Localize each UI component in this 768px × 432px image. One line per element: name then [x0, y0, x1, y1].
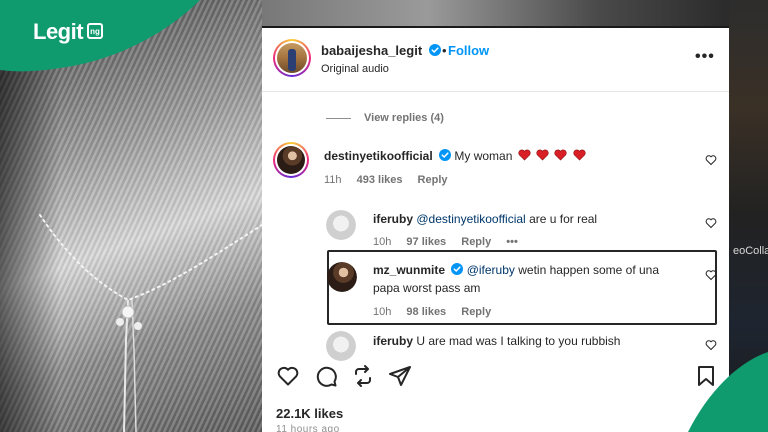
comment-text: My woman [454, 149, 513, 163]
comment-icon[interactable] [314, 364, 338, 388]
reply-body: iferuby U are mad was I talking to you r… [373, 334, 620, 348]
reply-username[interactable]: iferuby [373, 212, 413, 226]
like-reply-heart-icon[interactable] [705, 269, 717, 281]
reply-time: 10h [373, 306, 392, 318]
reply-button[interactable]: Reply [418, 174, 448, 186]
reply-body: iferuby @destinyetikoofficial are u for … [373, 212, 597, 226]
like-comment-heart-icon[interactable] [705, 154, 717, 166]
post-likes-count[interactable]: 22.1K likes [276, 406, 343, 421]
replies-divider-line [326, 118, 351, 119]
comment-username[interactable]: destinyetikoofficial [324, 149, 433, 163]
verified-badge-icon [428, 44, 441, 56]
like-reply-heart-icon[interactable] [705, 339, 717, 351]
comment-meta: 11h 493 likes Reply [324, 174, 460, 186]
instagram-post-panel: babaijesha_legit • Follow Original audio… [262, 28, 729, 432]
comment-likes[interactable]: 493 likes [357, 174, 403, 186]
post-author-avatar[interactable] [273, 39, 311, 77]
original-audio-link[interactable]: Original audio [321, 63, 389, 75]
verified-badge-icon [439, 149, 452, 161]
reply-likes[interactable]: 97 likes [406, 236, 446, 248]
reply-text-line2: papa worst pass am [373, 281, 481, 295]
post-author-username-text: babaijesha_legit [321, 43, 423, 58]
more-options-icon[interactable]: ••• [695, 48, 715, 66]
reply-username[interactable]: iferuby [373, 334, 413, 348]
red-heart-emoji-icon [573, 149, 586, 161]
reply-username[interactable]: mz_wunmite [373, 263, 445, 277]
repost-icon[interactable] [351, 364, 375, 388]
post-author-username[interactable]: babaijesha_legit [321, 43, 441, 58]
post-action-bar [262, 358, 729, 394]
comment-body: destinyetikoofficial My woman [324, 149, 586, 163]
share-icon[interactable] [388, 364, 412, 388]
reply-time: 10h [373, 236, 392, 248]
reply-author-avatar[interactable] [326, 331, 356, 361]
logo-ng-badge: ng [87, 23, 103, 39]
legit-logo: Legit ng [0, 0, 220, 80]
reply-mention[interactable]: @iferuby [467, 263, 515, 277]
corner-brand-shape [688, 352, 768, 432]
reply-body: mz_wunmite @iferuby wetin happen some of… [373, 263, 659, 277]
reply-button[interactable]: Reply [461, 306, 491, 318]
comment-time: 11h [324, 174, 342, 186]
logo-text: Legit [33, 19, 84, 44]
view-replies-label: View replies (4) [364, 112, 444, 124]
verified-badge-icon [451, 263, 464, 275]
reply-button[interactable]: Reply [461, 236, 491, 248]
reply-author-avatar[interactable] [326, 210, 356, 240]
reply-likes[interactable]: 98 likes [406, 306, 446, 318]
background-snippet-text: eoColla [733, 245, 768, 257]
red-heart-emoji-icon [536, 149, 549, 161]
background-photo-top [200, 0, 768, 26]
follow-separator: • [442, 43, 447, 58]
reply-meta: 10h 97 likes Reply ••• [373, 236, 530, 248]
heart-icon[interactable] [276, 364, 300, 388]
post-header: babaijesha_legit • Follow Original audio… [262, 28, 729, 92]
reply-text: wetin happen some of una [518, 263, 660, 277]
commenter-avatar[interactable] [273, 142, 309, 178]
red-heart-emoji-icon [554, 149, 568, 161]
red-heart-emoji-icon [518, 149, 531, 161]
reply-author-avatar[interactable] [327, 262, 357, 292]
reply-more-icon[interactable]: ••• [506, 236, 518, 248]
follow-button[interactable]: Follow [448, 43, 489, 58]
post-timestamp: 11 hours ago [276, 424, 340, 432]
reply-text: U are mad was I talking to you rubbish [416, 334, 621, 348]
reply-meta: 10h 98 likes Reply [373, 306, 503, 318]
reply-mention[interactable]: @destinyetikoofficial [416, 212, 525, 226]
like-reply-heart-icon[interactable] [705, 217, 717, 229]
reply-text: are u for real [529, 212, 598, 226]
